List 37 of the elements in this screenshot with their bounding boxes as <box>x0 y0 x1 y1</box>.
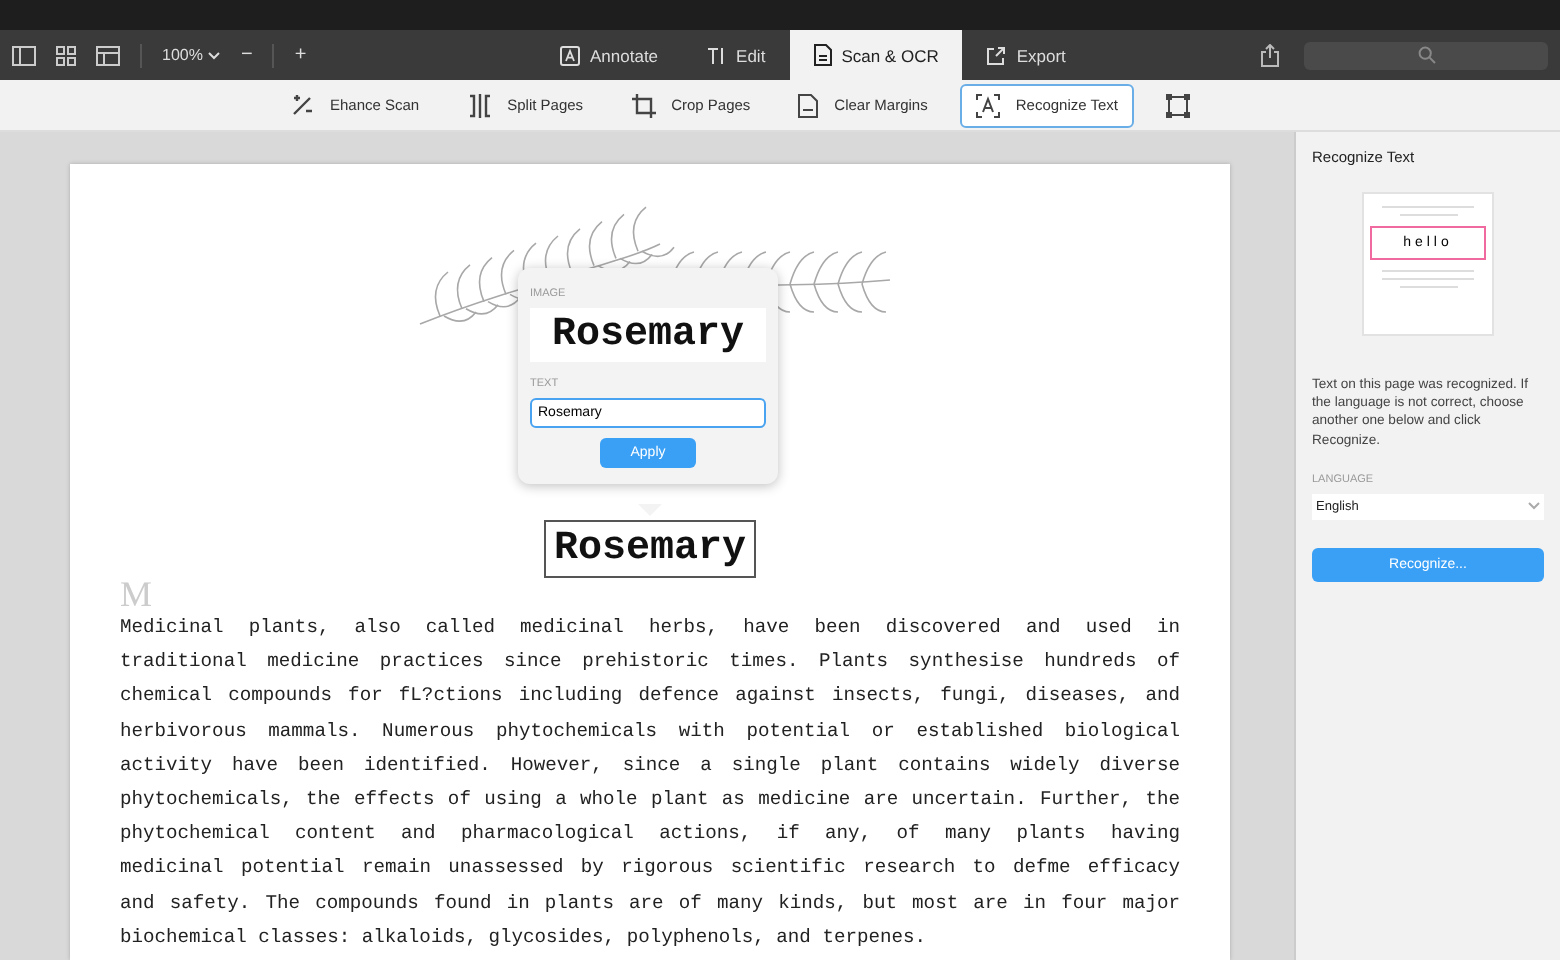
zoom-in-button[interactable]: + <box>294 44 307 66</box>
document-icon <box>813 44 832 66</box>
wand-icon <box>289 93 314 117</box>
scanned-text-line: medicinal potential remain unassessed by rigorous scientific research to defme efficacy <box>120 854 1180 883</box>
scanned-text-line: phytochemical content and pharmacological actions, if any, of many plants having <box>120 820 1180 849</box>
tab[interactable]: Edit <box>682 30 790 80</box>
chevron-down-icon <box>208 51 221 59</box>
image-preview: Rosemary <box>530 308 766 362</box>
scanned-text-line: biochemical classes: alkaloids, glycosides, polyphenols, and terpenes. <box>120 923 929 952</box>
frame-icon <box>1166 93 1191 117</box>
text-cursor-icon <box>706 45 727 65</box>
split-icon <box>467 93 492 117</box>
scanned-text-line: and safety. The compounds found in plants are of many kinds, but most are in four major <box>120 889 1180 918</box>
zoom-dropdown[interactable]: 100% <box>162 46 221 64</box>
scanned-text-line: herbivorous mammals. Numerous phytochemicals with potential or established biological <box>120 717 1180 746</box>
scanned-text-line: traditional medicine practices since prehistoric times. Plants synthesise hundreds of <box>120 648 1180 677</box>
thumbnails-icon[interactable] <box>96 45 120 65</box>
a-box-icon <box>560 45 580 65</box>
page-icon <box>798 93 819 117</box>
scanned-text-line: Medicinal plants, also called medicinal herbs, have been discovered and used in <box>120 614 1180 642</box>
search-icon <box>1417 46 1435 64</box>
zoom-out-button[interactable]: − <box>240 44 253 66</box>
tab[interactable]: Annotate <box>536 30 683 80</box>
tab[interactable]: Export <box>962 30 1090 80</box>
grid-icon[interactable] <box>56 45 76 65</box>
tab[interactable]: Scan & OCR <box>789 30 963 80</box>
chevron-down-icon <box>1528 502 1540 511</box>
export-icon <box>986 45 1007 65</box>
scanned-text-line: activity have been identified. However, since a single plant contains widely diverse <box>120 751 1180 780</box>
crop-icon <box>631 93 656 117</box>
scanned-text-line: chemical compounds for fL?ctions including defence against insects, fungi, diseases, and <box>120 682 1180 711</box>
scanned-text-line: phytochemicals, the effects of using a whole plant as medicine are uncertain. Further, the <box>120 786 1180 815</box>
text-frame-icon <box>975 93 1000 117</box>
selected-word[interactable]: Rosemary <box>543 520 756 578</box>
search-field[interactable] <box>1304 41 1548 69</box>
share-icon[interactable] <box>1260 43 1280 67</box>
sidebar-icon[interactable] <box>12 45 36 65</box>
